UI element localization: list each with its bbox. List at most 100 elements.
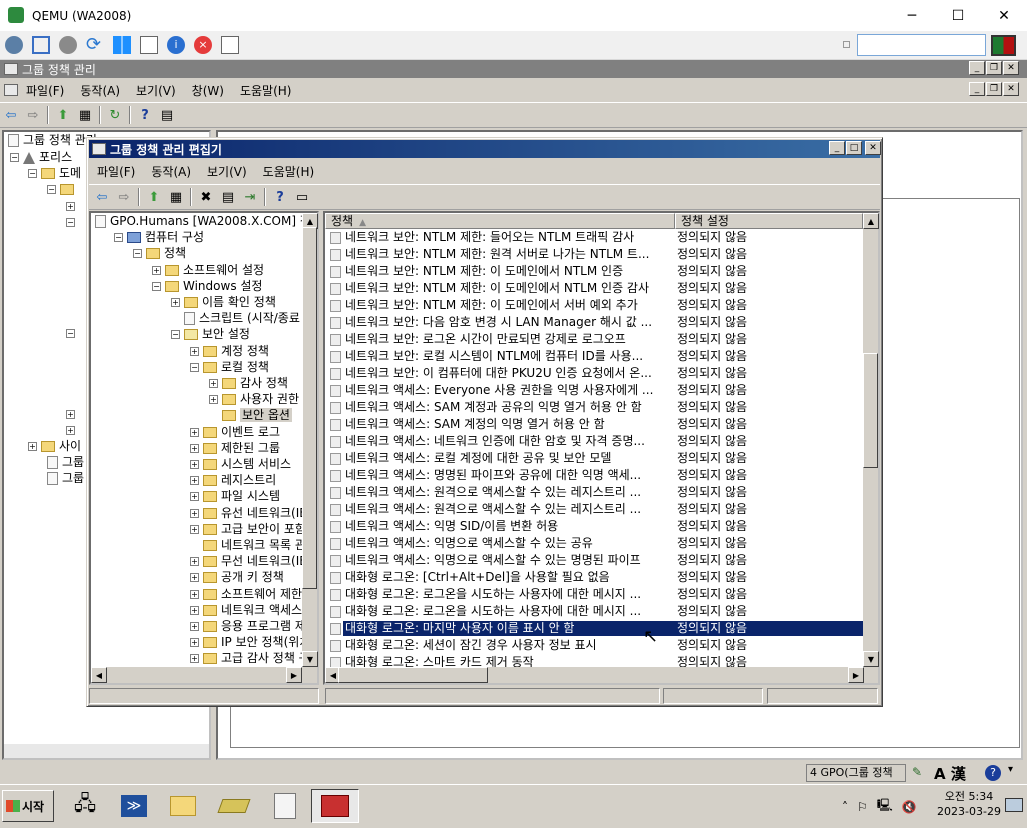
minimize-button[interactable]: ─ (889, 0, 935, 31)
expand-icon[interactable]: + (190, 573, 199, 583)
network-tray-icon[interactable]: 🖳 (877, 796, 893, 817)
tree-gp-results[interactable]: 그룹 (62, 471, 84, 485)
expand-icon[interactable]: + (190, 492, 199, 502)
clock[interactable]: 오전 5:34 2023-03-29 (936, 789, 1002, 819)
editor-menu-file[interactable]: 파일(F) (97, 163, 135, 180)
editor-tree-item[interactable]: + 감사 정책 (209, 375, 288, 391)
editor-tree-item[interactable]: + 유선 네트워크(IE (190, 505, 303, 521)
keyboard-icon[interactable] (140, 36, 158, 54)
expand-icon[interactable]: − (133, 249, 142, 259)
gpmc-icon[interactable] (268, 790, 302, 822)
language-bar-icon[interactable]: ✎ (912, 765, 928, 781)
expand-icon[interactable]: + (190, 476, 199, 486)
powershell-icon[interactable]: ≫ (117, 790, 151, 822)
editor-menu-help[interactable]: 도움말(H) (263, 163, 315, 180)
menu-file[interactable]: 파일(F) (26, 82, 64, 99)
editor-maximize-button[interactable]: □ (846, 141, 862, 155)
tree-gp-modeling[interactable]: 그룹 (62, 455, 84, 469)
column-setting[interactable]: 정책 설정 (675, 213, 863, 229)
editor-minimize-button[interactable]: _ (829, 141, 845, 155)
editor-tree-item[interactable]: + IP 보안 정책(위치 (190, 634, 303, 650)
editor-tree-item[interactable]: + 이름 확인 정책 (171, 294, 276, 310)
editor-tree-item[interactable]: − 컴퓨터 구성 (114, 229, 204, 245)
policy-row[interactable]: 네트워크 액세스: 로컬 계정에 대한 공유 및 보안 모델 정의되지 않음 (325, 450, 861, 467)
editor-tree-item[interactable]: + 계정 정책 (190, 343, 269, 359)
column-policy[interactable]: 정책 ▲ (325, 213, 675, 229)
show-tree-icon[interactable]: ▦ (75, 105, 95, 125)
policy-row[interactable]: 네트워크 액세스: 명명된 파이프와 공유에 대한 익명 액세... 정의되지 않… (325, 467, 861, 484)
expand-icon[interactable]: − (190, 362, 199, 372)
editor-tree-item[interactable]: + 공개 키 정책 (190, 569, 284, 585)
editor-tree-item[interactable]: − 보안 설정 (171, 326, 250, 342)
network-icon[interactable] (5, 36, 23, 54)
policy-row[interactable]: 네트워크 액세스: SAM 계정과 공유의 익명 열거 허용 안 함 정의되지 않… (325, 399, 861, 416)
outer-restore-button[interactable]: ❐ (986, 61, 1002, 75)
refresh-icon[interactable]: ⟳ (86, 36, 104, 54)
export-list-icon[interactable]: ⇥ (240, 187, 260, 207)
editor-tree-item[interactable]: + 소프트웨어 설정 (152, 262, 264, 278)
expand-icon[interactable]: + (209, 379, 218, 388)
maximize-button[interactable]: ☐ (935, 0, 981, 31)
policy-row[interactable]: 네트워크 액세스: 익명으로 액세스할 수 있는 명명된 파이프 정의되지 않음 (325, 552, 861, 569)
expand-icon[interactable]: + (190, 346, 199, 356)
volume-muted-icon[interactable]: 🔇 (902, 800, 917, 814)
policy-row[interactable]: 네트워크 보안: 이 컴퓨터에 대한 PKU2U 인증 요청에서 온... 정의되… (325, 365, 861, 382)
editor-tree-item[interactable]: + 무선 네트워크(IE (190, 553, 303, 569)
up-folder-icon[interactable]: ⬆ (53, 105, 73, 125)
help-icon[interactable]: ? (135, 105, 155, 125)
fullscreen-icon[interactable] (32, 36, 50, 54)
menu-help[interactable]: 도움말(H) (240, 82, 292, 99)
policy-row[interactable]: 네트워크 액세스: 원격으로 액세스할 수 있는 레지스트리 ... 정의되지 않… (325, 484, 861, 501)
editor-tree-item[interactable]: 네트워크 목록 관 (190, 537, 303, 553)
editor-back-icon[interactable]: ⇦ (92, 187, 112, 207)
delete-icon[interactable]: ✖ (196, 187, 216, 207)
editor-tree-item[interactable]: 보안 옵션 (209, 407, 292, 423)
policy-row[interactable]: 대화형 로그온: 로그온을 시도하는 사용자에 대한 메시지 ... 정의되지 않… (325, 586, 861, 603)
policy-row[interactable]: 대화형 로그온: 세션이 잠긴 경우 사용자 정보 표시 정의되지 않음 (325, 637, 861, 654)
child-minimize-button[interactable]: _ (969, 82, 985, 96)
windows-icon[interactable] (113, 36, 131, 54)
back-icon[interactable]: ⇦ (1, 105, 21, 125)
expand-icon[interactable]: − (152, 281, 161, 291)
policy-row[interactable]: 네트워크 보안: NTLM 제한: 이 도메인에서 NTLM 인증 감사 정의되지… (325, 280, 861, 297)
policy-row[interactable]: 네트워크 보안: 로컬 시스템이 NTLM에 컴퓨터 ID를 사용... 정의되지… (325, 348, 861, 365)
policy-row[interactable]: 네트워크 액세스: 원격으로 액세스할 수 있는 레지스트리 ... 정의되지 않… (325, 501, 861, 518)
expand-icon[interactable]: + (190, 638, 199, 648)
policy-row[interactable]: 네트워크 보안: NTLM 제한: 원격 서버로 나가는 NTLM 트... 정의… (325, 246, 861, 263)
outer-close-button[interactable]: ✕ (1003, 61, 1019, 75)
editor-tree-item[interactable]: − 정책 (133, 245, 186, 261)
policy-row[interactable]: 대화형 로그온: 로그온을 시도하는 사용자에 대한 메시지 ... 정의되지 않… (325, 603, 861, 620)
editor-close-button[interactable]: ✕ (865, 141, 881, 155)
editor-tree-item[interactable]: + 고급 감사 정책 구 (190, 650, 303, 666)
start-button[interactable]: 시작 (2, 790, 54, 822)
policy-row[interactable]: 네트워크 보안: 로그온 시간이 만료되면 강제로 로그오프 정의되지 않음 (325, 331, 861, 348)
editor-help-icon[interactable]: ? (270, 187, 290, 207)
editor-up-icon[interactable]: ⬆ (144, 187, 164, 207)
editor-tree-item[interactable]: + 시스템 서비스 (190, 456, 291, 472)
outer-minimize-button[interactable]: _ (969, 61, 985, 75)
expand-icon[interactable]: + (209, 395, 218, 405)
policy-row[interactable]: 네트워크 액세스: 익명으로 액세스할 수 있는 공유 정의되지 않음 (325, 535, 861, 552)
editor-forward-icon[interactable]: ⇨ (114, 187, 134, 207)
search-input[interactable] (857, 34, 986, 56)
expand-icon[interactable]: + (190, 508, 199, 518)
editor-tree-hscroll[interactable]: ◀ ▶ (91, 667, 317, 683)
expand-icon[interactable]: + (190, 605, 199, 615)
expand-icon[interactable]: + (190, 654, 199, 664)
stop-icon[interactable]: × (194, 36, 212, 54)
editor-tree-item[interactable]: + 레지스트리 (190, 472, 276, 488)
editor-tree-item[interactable]: GPO.Humans [WA2008.X.COM] 정 (95, 213, 303, 229)
policy-row[interactable]: 대화형 로그온: 스마트 카드 제거 동작 정의되지 않음 (325, 654, 861, 667)
expand-icon[interactable]: + (190, 524, 199, 534)
editor-tree-item[interactable]: − Windows 설정 (152, 278, 262, 294)
menu-window[interactable]: 창(W) (192, 82, 224, 99)
editor-tree-item[interactable]: + 네트워크 액세스 (190, 602, 302, 618)
expand-icon[interactable]: − (114, 233, 123, 243)
editor-tree-item[interactable]: + 소프트웨어 제한 (190, 586, 302, 602)
ime-help-icon[interactable]: ? (985, 765, 1001, 781)
policy-row[interactable]: 네트워크 보안: NTLM 제한: 들어오는 NTLM 트래픽 감사 정의되지 않… (325, 229, 861, 246)
explorer-icon[interactable] (166, 790, 200, 822)
tree-forest[interactable]: 포리스 (39, 150, 72, 164)
tray-expand-icon[interactable]: ˄ (842, 800, 848, 814)
editor-tree-item[interactable]: + 파일 시스템 (190, 488, 280, 504)
